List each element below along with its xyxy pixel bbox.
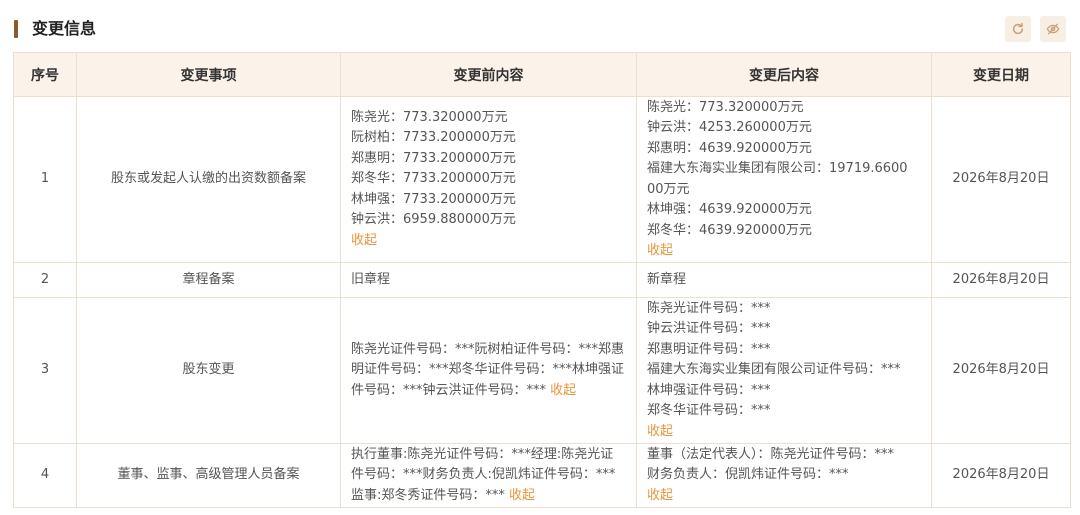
row-after-content: 新章程 (636, 262, 932, 298)
before-line: 陈尧光：773.320000万元 (351, 109, 508, 125)
after-line: 郑冬华：4639.920000万元 (647, 222, 812, 238)
row-after-content: 陈尧光证件号码：*** 钟云洪证件号码：*** 郑惠明证件号码：*** 福建大东… (636, 297, 932, 444)
after-line: 陈尧光：773.320000万元 (647, 99, 804, 115)
after-line: 郑惠明证件号码：*** (647, 341, 771, 357)
row-change-item: 股东或发起人认缴的出资数额备案 (76, 96, 341, 263)
header-item: 变更事项 (76, 52, 341, 97)
after-line: 00万元 (647, 181, 690, 197)
hide-button[interactable] (1040, 16, 1066, 42)
collapse-link[interactable]: 收起 (351, 231, 626, 252)
header-after: 变更后内容 (636, 52, 932, 97)
before-line: 郑惠明：7733.200000万元 (351, 150, 516, 166)
row-change-item: 股东变更 (76, 297, 341, 444)
refresh-button[interactable] (1005, 16, 1031, 42)
after-line: 林坤强证件号码：*** (647, 382, 771, 398)
row-date: 2026年8月20日 (931, 96, 1071, 263)
row-before-content: 旧章程 (340, 262, 637, 298)
row-before-content: 执行董事:陈尧光证件号码：***经理:陈尧光证件号码：***财务负责人:倪凯炜证… (340, 443, 637, 508)
before-text: 陈尧光证件号码：***阮树柏证件号码：***郑惠明证件号码：***郑冬华证件号码… (351, 341, 625, 398)
after-line: 钟云洪：4253.260000万元 (647, 120, 812, 135)
section-header: 变更信息 (0, 0, 1080, 52)
row-date: 2026年8月20日 (931, 443, 1071, 508)
row-index: 1 (13, 96, 77, 263)
row-date: 2026年8月20日 (931, 297, 1071, 444)
refresh-icon (1012, 22, 1024, 35)
title-accent-bar (14, 20, 18, 38)
row-after-content: 董事（法定代表人）：陈尧光证件号码：*** 财务负责人：倪凯炜证件号码：*** … (636, 443, 932, 508)
after-line: 钟云洪证件号码：*** (647, 321, 771, 337)
header-index: 序号 (13, 52, 77, 97)
table-row: 2 章程备案 旧章程 新章程 2026年8月20日 (13, 262, 1071, 298)
row-date: 2026年8月20日 (931, 262, 1071, 298)
row-index: 4 (13, 443, 77, 508)
row-index: 3 (13, 297, 77, 444)
before-paragraph: 陈尧光证件号码：***阮树柏证件号码：***郑惠明证件号码：***郑冬华证件号码… (351, 340, 626, 402)
before-text: 执行董事:陈尧光证件号码：***经理:陈尧光证件号码：***财务负责人:倪凯炜证… (351, 446, 616, 503)
table-row: 4 董事、监事、高级管理人员备案 执行董事:陈尧光证件号码：***经理:陈尧光证… (13, 443, 1071, 508)
collapse-link[interactable]: 收起 (647, 486, 921, 507)
collapse-link[interactable]: 收起 (647, 422, 921, 443)
row-change-item: 章程备案 (76, 262, 341, 298)
row-before-content: 陈尧光：773.320000万元 阮树柏：7733.200000万元 郑惠明：7… (340, 96, 637, 263)
collapse-link[interactable]: 收起 (550, 383, 576, 398)
row-before-content: 陈尧光证件号码：***阮树柏证件号码：***郑惠明证件号码：***郑冬华证件号码… (340, 297, 637, 444)
table-row: 1 股东或发起人认缴的出资数额备案 陈尧光：773.320000万元 阮树柏：7… (13, 96, 1071, 263)
collapse-link[interactable]: 收起 (647, 241, 921, 262)
after-line: 林坤强：4639.920000万元 (647, 202, 812, 217)
after-line: 福建大东海实业集团有限公司：19719.6600 (647, 161, 908, 176)
after-line: 郑惠明：4639.920000万元 (647, 140, 812, 156)
before-line: 林坤强：7733.200000万元 (351, 191, 516, 207)
before-line: 钟云洪：6959.880000万元 (351, 212, 516, 228)
collapse-link[interactable]: 收起 (509, 488, 535, 503)
table-row: 3 股东变更 陈尧光证件号码：***阮树柏证件号码：***郑惠明证件号码：***… (13, 297, 1071, 444)
row-change-item: 董事、监事、高级管理人员备案 (76, 443, 341, 508)
eye-hide-icon (1046, 23, 1060, 35)
change-info-table: 序号 变更事项 变更前内容 变更后内容 变更日期 1 股东或发起人认缴的出资数额… (13, 52, 1071, 508)
after-line: 董事（法定代表人）：陈尧光证件号码：*** (647, 446, 895, 462)
section-title: 变更信息 (32, 19, 97, 38)
after-line: 陈尧光证件号码：*** (647, 300, 771, 316)
after-line: 郑冬华证件号码：*** (647, 403, 771, 419)
row-after-content: 陈尧光：773.320000万元 钟云洪：4253.260000万元 郑惠明：4… (636, 96, 932, 263)
before-line: 阮树柏：7733.200000万元 (351, 130, 516, 146)
header-date: 变更日期 (931, 52, 1071, 97)
after-line: 福建大东海实业集团有限公司证件号码：*** (647, 362, 901, 378)
table-header-row: 序号 变更事项 变更前内容 变更后内容 变更日期 (13, 52, 1071, 97)
row-index: 2 (13, 262, 77, 298)
after-line: 财务负责人：倪凯炜证件号码：*** (647, 467, 849, 483)
before-paragraph: 执行董事:陈尧光证件号码：***经理:陈尧光证件号码：***财务负责人:倪凯炜证… (351, 445, 626, 507)
header-before: 变更前内容 (340, 52, 637, 97)
before-line: 郑冬华：7733.200000万元 (351, 171, 516, 187)
